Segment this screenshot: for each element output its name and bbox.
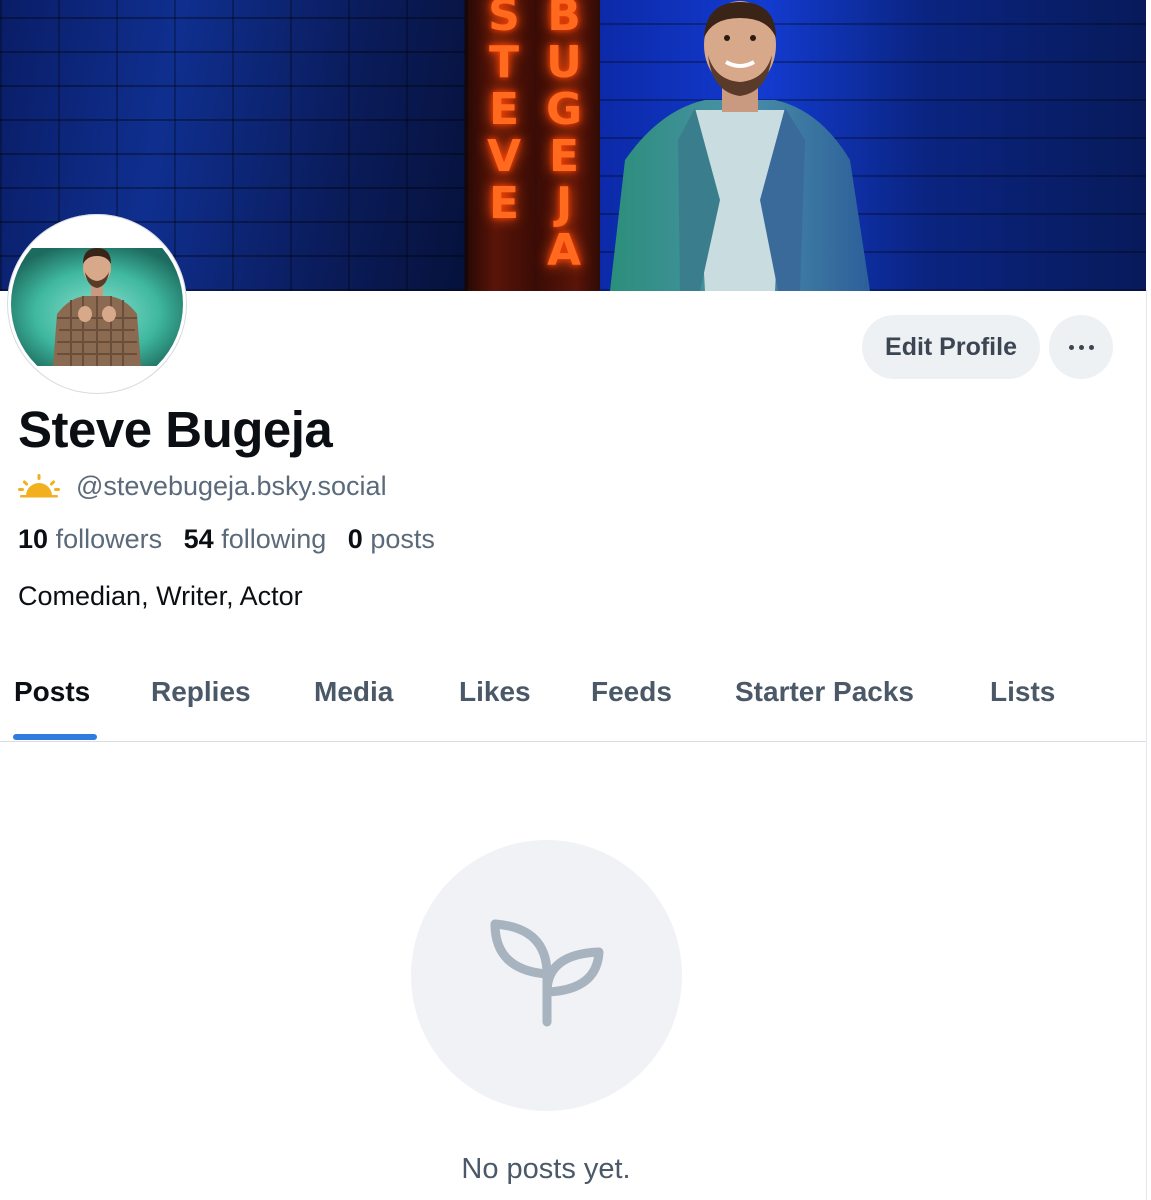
display-name: Steve Bugeja <box>18 401 333 458</box>
sprout-icon <box>490 919 603 1026</box>
tab-starter-packs[interactable]: Starter Packs <box>735 673 914 711</box>
followers-count: 10 <box>18 524 49 554</box>
neon-sign-letter: U <box>546 37 582 88</box>
profile-bio: Comedian, Writer, Actor <box>18 581 303 611</box>
banner-neon-sign: STEVE BUGEJA <box>465 0 606 291</box>
more-options-button[interactable] <box>1049 315 1113 379</box>
neon-sign-letter: T <box>488 37 519 88</box>
avatar-photo <box>11 218 183 390</box>
tab-posts[interactable]: Posts <box>14 673 90 711</box>
neon-sign-letter: B <box>547 0 581 41</box>
followers-label: followers <box>55 524 163 554</box>
neon-sign-letter: J <box>555 178 573 229</box>
neon-sign-letter: E <box>488 84 520 135</box>
profile-page: STEVE BUGEJA Edit Profile Steve Bugeja @… <box>0 0 1151 1200</box>
following-stat[interactable]: 54 following <box>184 524 327 554</box>
followers-stat[interactable]: 10 followers <box>18 524 162 554</box>
edit-profile-button[interactable]: Edit Profile <box>862 315 1040 379</box>
tab-feeds[interactable]: Feeds <box>591 673 672 711</box>
posts-label: posts <box>370 524 435 554</box>
sun-icon <box>18 474 60 498</box>
tab-likes[interactable]: Likes <box>459 673 531 711</box>
neon-sign-letter: A <box>546 225 582 276</box>
avatar-image <box>11 218 183 390</box>
tab-media[interactable]: Media <box>314 673 393 711</box>
following-count: 54 <box>183 524 214 554</box>
neon-sign-letter: S <box>488 0 520 41</box>
column-divider <box>1146 290 1147 1200</box>
handle-row: @stevebugeja.bsky.social <box>18 468 387 504</box>
profile-handle[interactable]: @stevebugeja.bsky.social <box>76 471 387 502</box>
ellipsis-icon <box>1068 344 1094 350</box>
neon-sign-letter: E <box>488 178 520 229</box>
empty-state-illustration <box>411 840 682 1111</box>
neon-sign-letter: G <box>545 84 583 135</box>
tab-replies[interactable]: Replies <box>151 673 251 711</box>
posts-count: 0 <box>347 524 363 554</box>
profile-banner[interactable]: STEVE BUGEJA <box>0 0 1146 291</box>
following-label: following <box>221 524 327 554</box>
active-tab-indicator <box>13 734 97 740</box>
empty-state-message: No posts yet. <box>461 1153 631 1185</box>
profile-tabs: Posts Replies Media Likes Feeds Starter … <box>0 660 1146 742</box>
profile-avatar[interactable] <box>7 214 187 394</box>
neon-sign-letters-right: BUGEJA <box>544 0 584 274</box>
neon-sign-letter: V <box>486 131 522 182</box>
neon-sign-letter: E <box>548 131 580 182</box>
posts-stat: 0 posts <box>348 524 435 554</box>
tab-lists[interactable]: Lists <box>990 673 1055 711</box>
profile-stats: 10 followers 54 following 0 posts <box>18 520 449 558</box>
banner-person-illustration <box>610 1 870 291</box>
neon-sign-letters-left: STEVE <box>484 0 524 227</box>
